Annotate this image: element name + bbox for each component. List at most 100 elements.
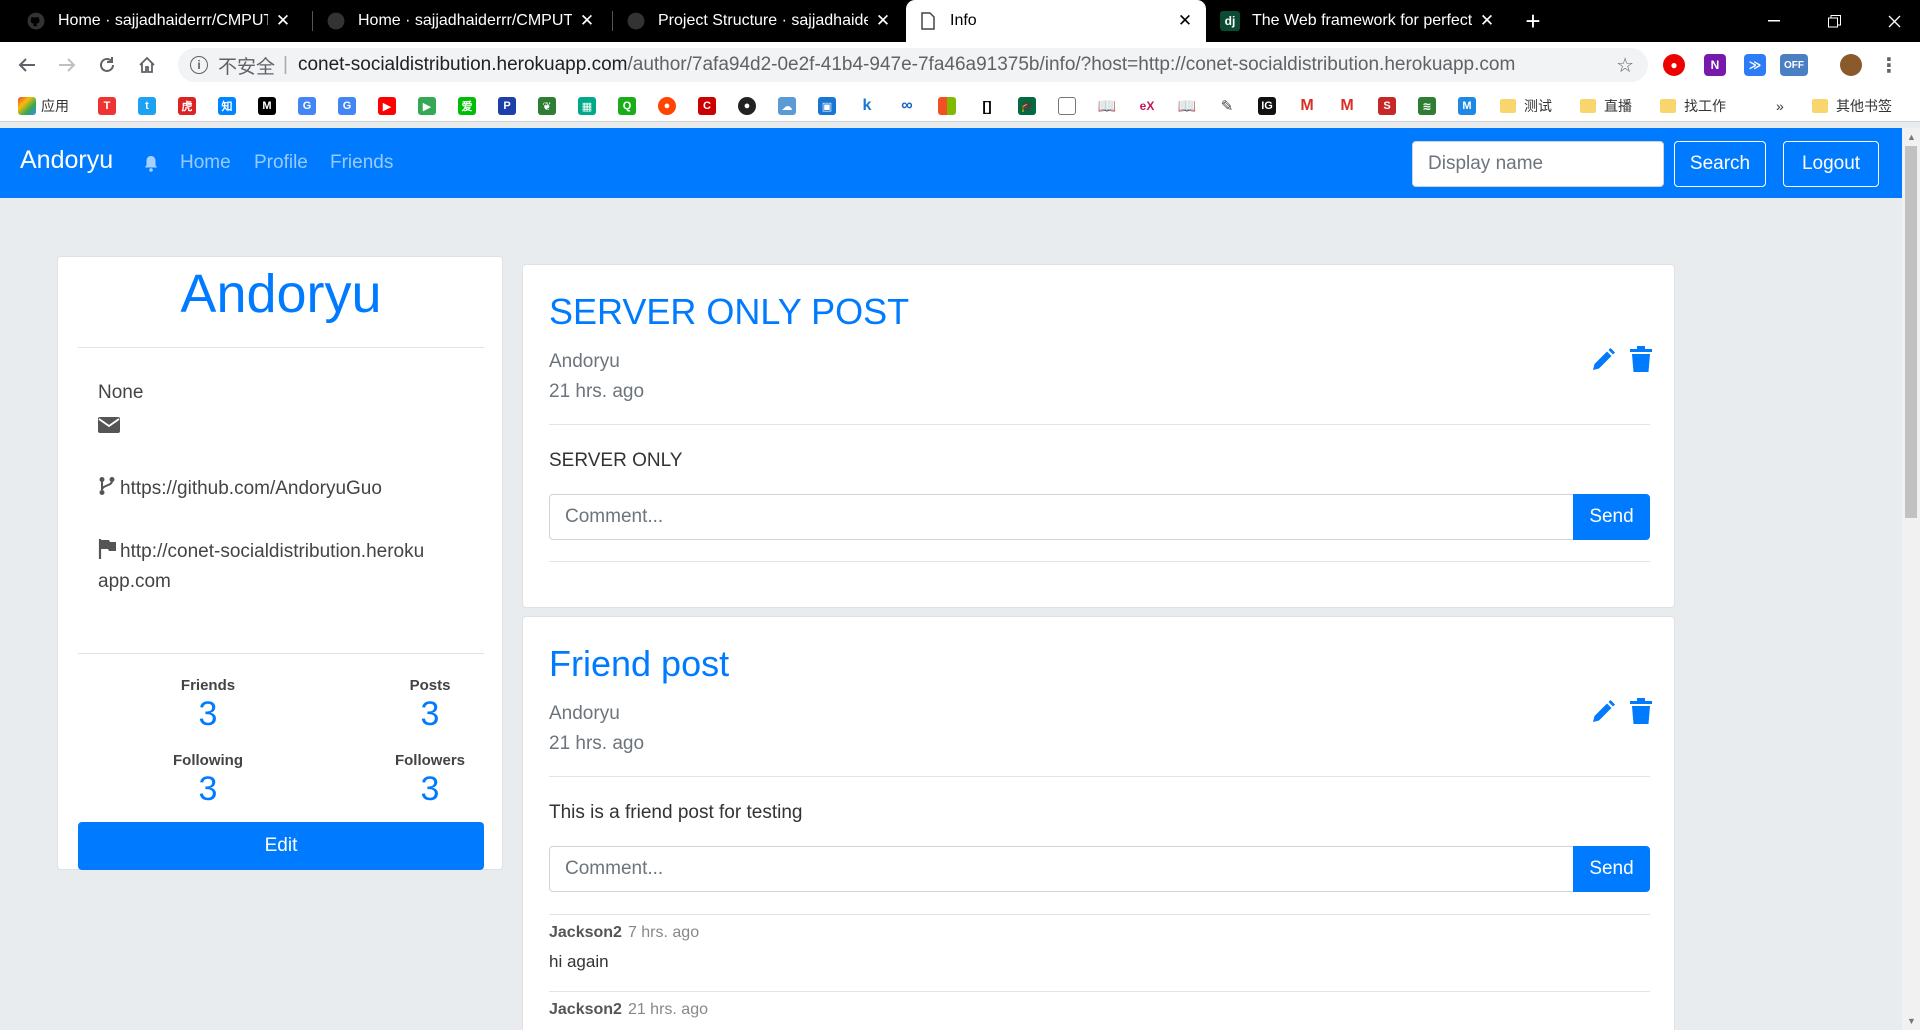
new-tab-button[interactable]: + (1518, 0, 1548, 42)
bookmark[interactable]: ❦ (538, 96, 561, 116)
search-input[interactable] (1412, 141, 1664, 187)
bookmarks-more-button[interactable]: » (1776, 96, 1784, 116)
bookmark[interactable]: ≋ (1418, 96, 1441, 116)
bookmark[interactable]: k (858, 96, 881, 116)
bookmark-folder[interactable]: 找工作 (1660, 96, 1726, 116)
brand-link[interactable]: Andoryu (20, 146, 113, 175)
scroll-down-arrow-icon[interactable]: ▼ (1907, 1016, 1916, 1026)
back-icon[interactable] (12, 50, 42, 80)
bookmark[interactable] (938, 96, 961, 116)
bookmark[interactable]: G (298, 96, 321, 116)
friends-count[interactable]: 3 (108, 695, 308, 734)
bookmark[interactable]: Q (618, 96, 641, 116)
bookmark[interactable]: ∞ (898, 96, 921, 116)
profile-avatar[interactable] (1840, 54, 1862, 76)
pencil-icon[interactable] (1590, 347, 1616, 373)
other-bookmarks[interactable]: 其他书签 (1812, 96, 1892, 116)
trash-icon[interactable] (1630, 346, 1652, 372)
close-icon[interactable]: ✕ (274, 11, 292, 31)
nav-friends-link[interactable]: Friends (330, 152, 393, 174)
bookmark[interactable]: ▶ (378, 96, 401, 116)
post-author[interactable]: Andoryu (549, 351, 620, 373)
send-comment-button[interactable]: Send (1573, 494, 1650, 540)
browser-tab[interactable]: Home · sajjadhaiderrr/CMPUT404-project-s… (14, 0, 304, 42)
page-scrollbar[interactable]: ▲ ▼ (1902, 128, 1920, 1030)
bookmark[interactable]: 📖 (1098, 96, 1121, 116)
bookmark[interactable]: 知 (218, 96, 241, 116)
bookmark[interactable]: ● (658, 96, 681, 116)
send-comment-button[interactable]: Send (1573, 846, 1650, 892)
bookmark[interactable]: C (698, 96, 721, 116)
bookmark[interactable]: ● (738, 96, 761, 116)
browser-tab[interactable]: Project Structure · sajjadhaiderrr/CMPUT… (614, 0, 904, 42)
restore-icon[interactable] (1804, 0, 1864, 42)
browser-tab-active[interactable]: Info ✕ (906, 0, 1206, 42)
bookmark[interactable]: T (98, 96, 121, 116)
menu-dots-icon[interactable]: ⋮ (1878, 54, 1900, 77)
close-icon[interactable]: ✕ (1478, 11, 1496, 31)
comment-input[interactable] (549, 494, 1575, 540)
bookmark[interactable]: ☁ (778, 96, 801, 116)
scroll-up-arrow-icon[interactable]: ▲ (1907, 132, 1916, 142)
following-count[interactable]: 3 (108, 770, 308, 809)
post-title[interactable]: SERVER ONLY POST (549, 291, 909, 333)
logout-button[interactable]: Logout (1783, 141, 1879, 187)
close-icon[interactable]: ✕ (578, 11, 596, 31)
browser-tab[interactable]: Home · sajjadhaiderrr/CMPUT404-project-s… (314, 0, 608, 42)
close-icon[interactable]: ✕ (874, 11, 892, 31)
adblock-extension-icon[interactable]: ● (1663, 54, 1685, 76)
bookmark[interactable]: eX (1138, 96, 1161, 116)
search-button[interactable]: Search (1674, 141, 1766, 187)
bookmark[interactable]: P (498, 96, 521, 116)
comment-author[interactable]: Jackson2 7 hrs. ago (549, 924, 699, 942)
bookmark[interactable]: M (258, 96, 281, 116)
bookmark-folder[interactable]: 测试 (1500, 96, 1552, 116)
bookmark[interactable]: S (1378, 96, 1401, 116)
bookmark-folder[interactable]: 直播 (1580, 96, 1632, 116)
profile-host[interactable]: http://conet-socialdistribution.herokuap… (98, 537, 428, 597)
onenote-extension-icon[interactable]: N (1704, 54, 1726, 76)
nav-profile-link[interactable]: Profile (254, 152, 308, 174)
bookmark[interactable]: ✎ (1218, 96, 1241, 116)
bookmark[interactable]: t (138, 96, 161, 116)
bookmark[interactable]: ▦ (578, 96, 601, 116)
bookmark[interactable]: M (1338, 96, 1361, 116)
bookmark[interactable]: ▣ (818, 96, 841, 116)
reload-icon[interactable] (92, 50, 122, 80)
pocket-extension-icon[interactable]: ≫ (1744, 54, 1766, 76)
comment-input[interactable] (549, 846, 1575, 892)
edit-profile-button[interactable]: Edit (78, 822, 484, 870)
trash-icon[interactable] (1630, 698, 1652, 724)
bookmark[interactable]: M (1458, 96, 1481, 116)
profile-github[interactable]: https://github.com/AndoryuGuo (98, 474, 382, 504)
pencil-icon[interactable] (1590, 699, 1616, 725)
posts-count[interactable]: 3 (330, 695, 530, 734)
bookmark[interactable]: 虎 (178, 96, 201, 116)
info-icon[interactable]: i (190, 56, 208, 74)
close-icon[interactable]: ✕ (1176, 11, 1194, 31)
bookmark[interactable]: G (338, 96, 361, 116)
bookmark[interactable]: [] (978, 96, 1001, 116)
bookmark[interactable]: 爱 (458, 96, 481, 116)
address-bar[interactable]: i 不安全 | conet-socialdistribution.herokua… (178, 48, 1648, 82)
post-title[interactable]: Friend post (549, 643, 729, 685)
bookmark-star-icon[interactable]: ☆ (1616, 53, 1634, 78)
bell-icon[interactable] (143, 155, 159, 172)
browser-tab[interactable]: dj The Web framework for perfectionists … (1208, 0, 1508, 42)
off-extension-icon[interactable]: OFF (1780, 54, 1808, 76)
bookmark[interactable] (1058, 96, 1081, 116)
followers-count[interactable]: 3 (330, 770, 530, 809)
bookmark[interactable]: 🎓 (1018, 96, 1041, 116)
nav-home-link[interactable]: Home (180, 152, 231, 174)
minimize-icon[interactable] (1744, 0, 1804, 42)
scrollbar-thumb[interactable] (1905, 146, 1917, 518)
comment-author[interactable]: Jackson2 21 hrs. ago (549, 1001, 708, 1019)
bookmark[interactable]: M (1298, 96, 1321, 116)
home-icon[interactable] (132, 50, 162, 80)
bookmark[interactable]: 📖 (1178, 96, 1201, 116)
apps-shortcut[interactable]: 应用 (18, 96, 69, 116)
forward-icon[interactable] (52, 50, 82, 80)
bookmark[interactable]: IG (1258, 96, 1281, 116)
bookmark[interactable]: ▶ (418, 96, 441, 116)
window-close-icon[interactable] (1864, 0, 1920, 42)
